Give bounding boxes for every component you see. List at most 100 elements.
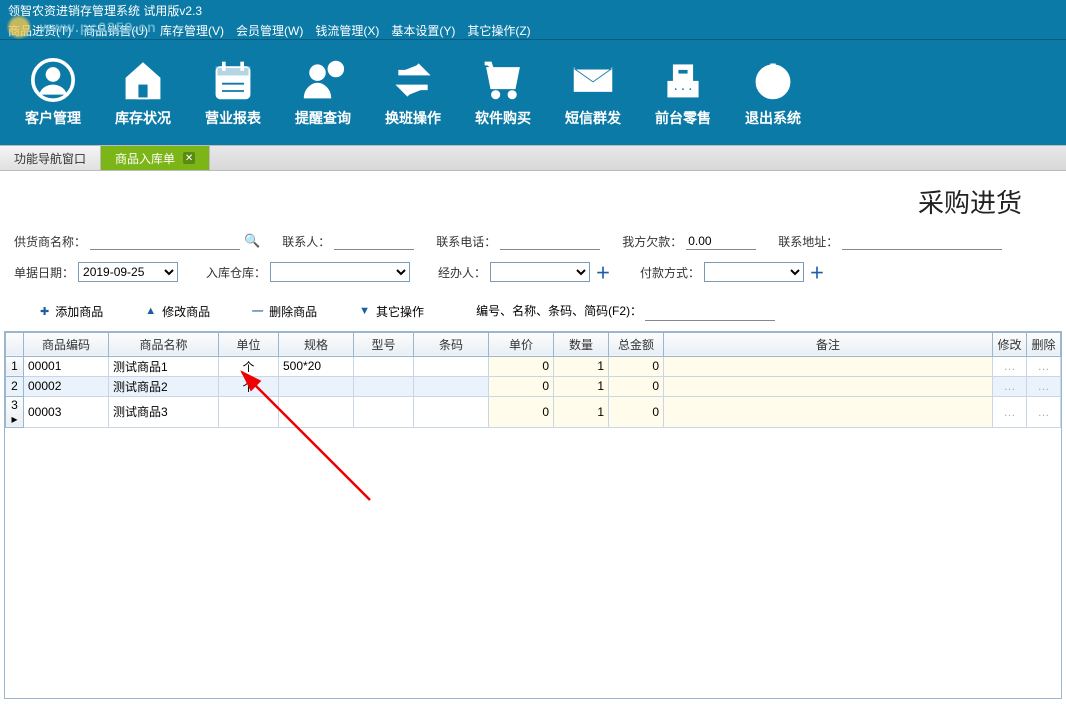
cell-modify-link[interactable]: … (993, 396, 1027, 427)
cell-remark[interactable] (664, 396, 993, 427)
cell-total[interactable]: 0 (609, 356, 664, 376)
cell-price[interactable]: 0 (489, 356, 554, 376)
swap-icon (391, 58, 435, 102)
search-hint-label: 编号、名称、条码、简码(F2)： (476, 304, 642, 318)
toolbar-label: 营业报表 (205, 108, 261, 128)
cell-barcode[interactable] (414, 396, 489, 427)
col-total[interactable]: 总金额 (609, 332, 664, 356)
cell-code[interactable]: 00002 (24, 376, 109, 396)
cell-modify-link[interactable]: … (993, 356, 1027, 376)
toolbar-label: 库存状况 (115, 108, 171, 128)
cell-price[interactable]: 0 (489, 396, 554, 427)
other-action-button[interactable]: ▼ 其它操作 (359, 303, 424, 320)
cell-unit[interactable]: 个 (219, 376, 279, 396)
col-price[interactable]: 单价 (489, 332, 554, 356)
cell-total[interactable]: 0 (609, 396, 664, 427)
table-row[interactable]: 3 ▸00003测试商品3 010 …… (6, 396, 1061, 427)
menu-item-other[interactable]: 其它操作(Z) (467, 22, 530, 35)
cell-spec[interactable]: 500*20 (279, 356, 354, 376)
toolbar-remind-button[interactable]: ! 提醒查询 (288, 58, 358, 128)
toolbar-pos-button[interactable]: 前台零售 (648, 58, 718, 128)
add-handler-button[interactable]: ＋ (594, 263, 612, 281)
cell-unit[interactable]: 个 (219, 356, 279, 376)
menu-item-settings[interactable]: 基本设置(Y) (391, 22, 455, 35)
close-icon[interactable]: ✕ (183, 152, 195, 164)
supplier-input[interactable] (90, 232, 240, 250)
toolbar-stock-button[interactable]: 库存状况 (108, 58, 178, 128)
cell-spec[interactable] (279, 396, 354, 427)
cell-model[interactable] (354, 396, 414, 427)
debt-input[interactable] (686, 232, 756, 250)
warehouse-select[interactable] (270, 262, 410, 282)
col-barcode[interactable]: 条码 (414, 332, 489, 356)
cell-remark[interactable] (664, 376, 993, 396)
toolbar-sms-button[interactable]: 短信群发 (558, 58, 628, 128)
address-input[interactable] (842, 232, 1002, 250)
cell-unit[interactable] (219, 396, 279, 427)
tab-stock-in[interactable]: 商品入库单 ✕ (101, 146, 210, 170)
col-remark[interactable]: 备注 (664, 332, 993, 356)
payment-select[interactable] (704, 262, 804, 282)
cell-delete-link[interactable]: … (1027, 356, 1061, 376)
warehouse-label: 入库仓库： (206, 264, 266, 281)
binoculars-icon[interactable]: 🔍 (244, 233, 260, 249)
contact-label: 联系人： (282, 233, 330, 250)
product-grid[interactable]: 商品编码 商品名称 单位 规格 型号 条码 单价 数量 总金额 备注 修改 删除… (4, 331, 1062, 699)
toolbar-buy-button[interactable]: 软件购买 (468, 58, 538, 128)
menu-item-stock[interactable]: 库存管理(V) (160, 22, 224, 35)
col-model[interactable]: 型号 (354, 332, 414, 356)
supplier-label: 供货商名称： (14, 233, 86, 250)
toolbar-exit-button[interactable]: 退出系统 (738, 58, 808, 128)
date-select[interactable]: 2019-09-25 (78, 262, 178, 282)
cell-model[interactable] (354, 356, 414, 376)
toolbar-shift-button[interactable]: 换班操作 (378, 58, 448, 128)
contact-input[interactable] (334, 232, 414, 250)
cell-spec[interactable] (279, 376, 354, 396)
cell-name[interactable]: 测试商品2 (109, 376, 219, 396)
main-toolbar: 客户管理 库存状况 营业报表 ! 提醒查询 换班操作 软件购买 短信群发 前台零… (0, 40, 1066, 145)
cell-delete-link[interactable]: … (1027, 396, 1061, 427)
grid-header-row: 商品编码 商品名称 单位 规格 型号 条码 单价 数量 总金额 备注 修改 删除 (6, 332, 1061, 356)
col-name[interactable]: 商品名称 (109, 332, 219, 356)
col-spec[interactable]: 规格 (279, 332, 354, 356)
cell-code[interactable]: 00003 (24, 396, 109, 427)
cell-qty[interactable]: 1 (554, 396, 609, 427)
add-product-button[interactable]: ✚ 添加商品 (40, 303, 103, 320)
col-delete[interactable]: 删除 (1027, 332, 1061, 356)
table-row[interactable]: 200002测试商品2个010…… (6, 376, 1061, 396)
toolbar-label: 提醒查询 (295, 108, 351, 128)
modify-product-button[interactable]: ▲ 修改商品 (145, 303, 210, 320)
cell-total[interactable]: 0 (609, 376, 664, 396)
cell-qty[interactable]: 1 (554, 356, 609, 376)
menubar: 商品进货(T) 商品销售(U) 库存管理(V) 会员管理(W) 钱流管理(X) … (0, 20, 1066, 40)
product-search-input[interactable] (645, 303, 775, 321)
cell-barcode[interactable] (414, 356, 489, 376)
col-code[interactable]: 商品编码 (24, 332, 109, 356)
cell-qty[interactable]: 1 (554, 376, 609, 396)
handler-select[interactable] (490, 262, 590, 282)
menu-item-member[interactable]: 会员管理(W) (236, 22, 303, 35)
page-title: 采购进货 (0, 171, 1066, 230)
cell-name[interactable]: 测试商品1 (109, 356, 219, 376)
phone-input[interactable] (500, 232, 600, 250)
add-payment-button[interactable]: ＋ (808, 263, 826, 281)
cell-delete-link[interactable]: … (1027, 376, 1061, 396)
svg-text:!: ! (334, 62, 338, 77)
col-qty[interactable]: 数量 (554, 332, 609, 356)
cell-model[interactable] (354, 376, 414, 396)
cell-remark[interactable] (664, 356, 993, 376)
cell-name[interactable]: 测试商品3 (109, 396, 219, 427)
col-modify[interactable]: 修改 (993, 332, 1027, 356)
table-row[interactable]: 100001测试商品1个500*20010…… (6, 356, 1061, 376)
delete-product-button[interactable]: — 删除商品 (252, 303, 317, 320)
menu-item-money[interactable]: 钱流管理(X) (315, 22, 379, 35)
tab-function-nav[interactable]: 功能导航窗口 (0, 146, 101, 170)
col-unit[interactable]: 单位 (219, 332, 279, 356)
row-number: 3 ▸ (6, 396, 24, 427)
cell-price[interactable]: 0 (489, 376, 554, 396)
cell-modify-link[interactable]: … (993, 376, 1027, 396)
cell-barcode[interactable] (414, 376, 489, 396)
cell-code[interactable]: 00001 (24, 356, 109, 376)
toolbar-report-button[interactable]: 营业报表 (198, 58, 268, 128)
toolbar-customer-button[interactable]: 客户管理 (18, 58, 88, 128)
